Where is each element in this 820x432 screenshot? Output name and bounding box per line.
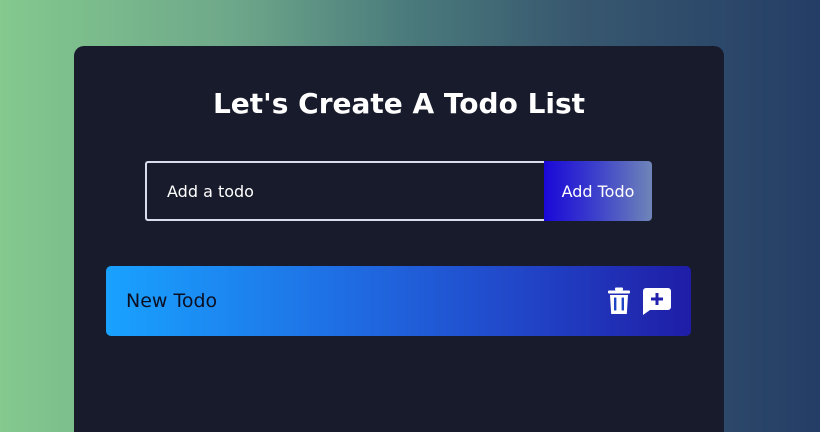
comment-add-icon[interactable]: [643, 287, 671, 315]
todo-text: New Todo: [126, 290, 218, 312]
add-todo-button[interactable]: Add Todo: [544, 161, 652, 221]
todo-item: New Todo: [106, 266, 691, 336]
trash-icon[interactable]: [605, 287, 633, 315]
todo-list: New Todo: [106, 266, 691, 336]
todo-actions: [605, 287, 671, 315]
todo-form: Add Todo: [145, 161, 653, 221]
todo-input[interactable]: [145, 161, 545, 221]
todo-app-card: Let's Create A Todo List Add Todo New To…: [74, 46, 724, 432]
page-title: Let's Create A Todo List: [212, 87, 586, 120]
